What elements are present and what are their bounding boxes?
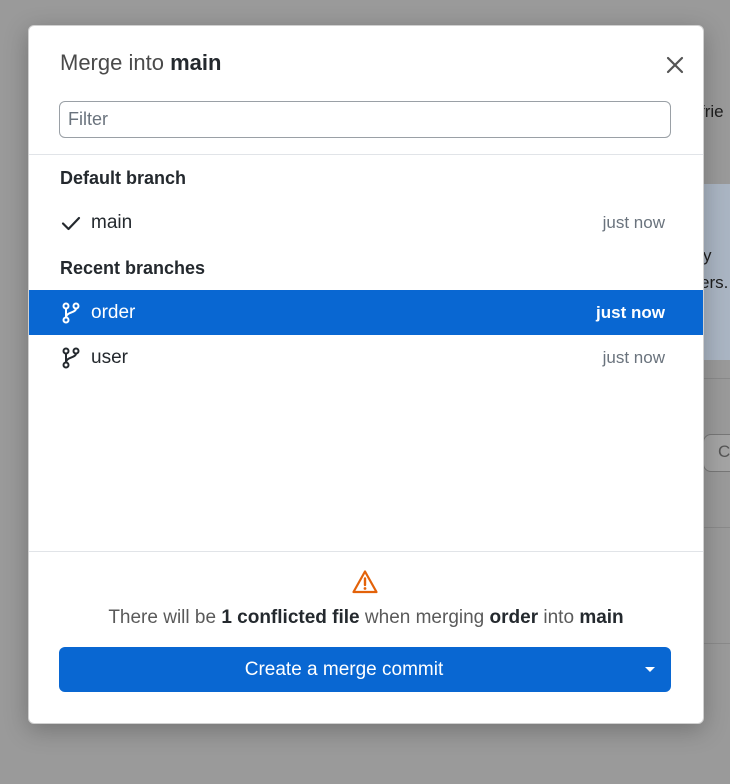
branch-name: order [91, 301, 136, 323]
dialog-title-prefix: Merge into [60, 50, 164, 75]
filter-input[interactable] [59, 101, 671, 138]
merge-dialog: Merge into main Default branch main just… [28, 25, 704, 724]
conflict-count: 1 conflicted file [221, 607, 360, 628]
divider [29, 154, 703, 155]
source-branch: order [489, 607, 539, 628]
branch-name: user [91, 346, 128, 368]
branch-icon [62, 347, 80, 369]
divider [29, 551, 703, 552]
branch-time: just now [596, 302, 665, 322]
group-header-recent: Recent branches [60, 258, 206, 278]
group-header-default: Default branch [60, 168, 187, 188]
caret-down-icon[interactable] [641, 660, 659, 678]
dialog-title: Merge into main [60, 50, 221, 76]
background-text: ers. [700, 273, 729, 292]
close-button[interactable] [663, 53, 687, 77]
merge-button-label: Create a merge commit [244, 659, 444, 680]
background-divider [700, 378, 730, 379]
branch-time: just now [602, 347, 665, 367]
message-text: when merging [364, 607, 485, 628]
warning-icon [352, 570, 378, 594]
branch-icon [62, 302, 80, 324]
check-icon [61, 216, 81, 231]
create-merge-commit-button[interactable]: Create a merge commit [59, 647, 671, 692]
branch-row-user[interactable]: user just now [29, 335, 703, 380]
dialog-title-branch: main [170, 50, 222, 75]
background-text: C [718, 442, 730, 461]
background-divider [700, 527, 730, 528]
branch-row-main[interactable]: main just now [29, 200, 703, 245]
background-panel [700, 184, 730, 360]
close-icon [666, 56, 684, 74]
message-text: There will be [108, 607, 217, 628]
conflict-message: There will be 1 conflicted file when mer… [29, 607, 703, 629]
branch-row-order[interactable]: order just now [29, 290, 703, 335]
background-text: y [703, 246, 712, 265]
branch-time: just now [602, 212, 665, 232]
branch-name: main [91, 211, 133, 233]
background-divider [700, 643, 730, 644]
message-text: into [543, 607, 575, 628]
target-branch: main [579, 607, 624, 628]
